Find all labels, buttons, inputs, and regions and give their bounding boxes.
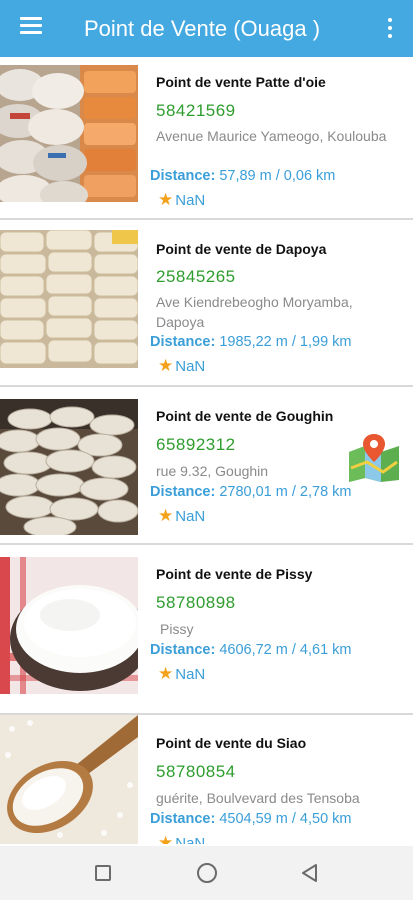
store-name: Point de vente Patte d'oie (156, 74, 326, 90)
rating-value: NaN (175, 358, 206, 375)
distance-label: Distance: (150, 168, 216, 184)
star-icon: ★ (158, 190, 174, 209)
store-phone[interactable]: 58780898 (156, 593, 236, 613)
sacks-pile-warehouse-photo (0, 399, 138, 535)
rice-wooden-spoon-photo (0, 715, 138, 844)
store-name: Point de vente du Siao (156, 735, 307, 751)
store-rating: ★ NaN (158, 664, 205, 684)
distance-label: Distance: (150, 484, 216, 500)
distance-value: 4504,59 m / 4,50 km (219, 811, 352, 827)
store-distance: Distance: 57,89 m / 0,06 km (150, 168, 335, 184)
back-icon[interactable] (300, 863, 320, 883)
star-icon: ★ (158, 833, 174, 844)
store-phone[interactable]: 65892312 (156, 435, 236, 455)
rating-value: NaN (175, 835, 206, 844)
star-icon: ★ (158, 506, 174, 525)
store-rating: ★ NaN (158, 833, 205, 844)
distance-value: 4606,72 m / 4,61 km (219, 642, 352, 658)
map-location-icon[interactable] (347, 432, 401, 482)
rice-bags-stacked-photo (0, 65, 138, 202)
page-title: Point de Vente (Ouaga ) (84, 16, 321, 41)
distance-label: Distance: (150, 811, 216, 827)
rating-value: NaN (175, 508, 206, 525)
store-address: Pissy (160, 621, 194, 637)
hamburger-menu-icon[interactable] (20, 17, 44, 37)
app-bar: Point de Vente (Ouaga ) (0, 0, 413, 57)
system-nav-bar (0, 846, 413, 900)
store-rating: ★ NaN (158, 356, 205, 376)
store-address: guérite, Boulvevard des Tensoba (156, 790, 360, 806)
white-sacks-stacked-photo (0, 230, 138, 368)
list-item[interactable]: Point de vente de Dapoya 25845265 Ave Ki… (0, 220, 413, 387)
home-icon[interactable] (197, 863, 217, 883)
store-distance: Distance: 2780,01 m / 2,78 km (150, 484, 352, 500)
store-distance: Distance: 4504,59 m / 4,50 km (150, 811, 352, 827)
rating-value: NaN (175, 192, 206, 209)
star-icon: ★ (158, 664, 174, 683)
star-icon: ★ (158, 356, 174, 375)
store-phone[interactable]: 25845265 (156, 267, 236, 287)
store-distance: Distance: 4606,72 m / 4,61 km (150, 642, 352, 658)
store-phone[interactable]: 58780854 (156, 762, 236, 782)
list-item[interactable]: Point de vente du Siao 58780854 guérite,… (0, 715, 413, 844)
list-item[interactable]: Point de vente Patte d'oie 58421569 Aven… (0, 57, 413, 220)
store-address: Avenue Maurice Yameogo, Koulouba (156, 128, 387, 144)
distance-label: Distance: (150, 642, 216, 658)
more-vertical-icon[interactable] (381, 16, 399, 40)
store-distance: Distance: 1985,22 m / 1,99 km (150, 334, 352, 350)
store-address: Ave Kiendrebeogho Moryamba, Dapoya (156, 294, 353, 330)
store-name: Point de vente de Pissy (156, 566, 313, 582)
store-phone[interactable]: 58421569 (156, 101, 236, 121)
distance-value: 2780,01 m / 2,78 km (219, 484, 352, 500)
distance-label: Distance: (150, 334, 216, 350)
store-name: Point de vente de Goughin (156, 408, 334, 424)
list-item[interactable]: Point de vente de Pissy 58780898 Pissy D… (0, 545, 413, 715)
store-rating: ★ NaN (158, 190, 205, 210)
distance-value: 57,89 m / 0,06 km (219, 168, 336, 184)
recent-apps-icon[interactable] (95, 865, 111, 881)
distance-value: 1985,22 m / 1,99 km (219, 334, 352, 350)
store-name: Point de vente de Dapoya (156, 241, 327, 257)
rice-bowl-photo (0, 557, 138, 694)
store-rating: ★ NaN (158, 506, 205, 526)
rating-value: NaN (175, 666, 206, 683)
